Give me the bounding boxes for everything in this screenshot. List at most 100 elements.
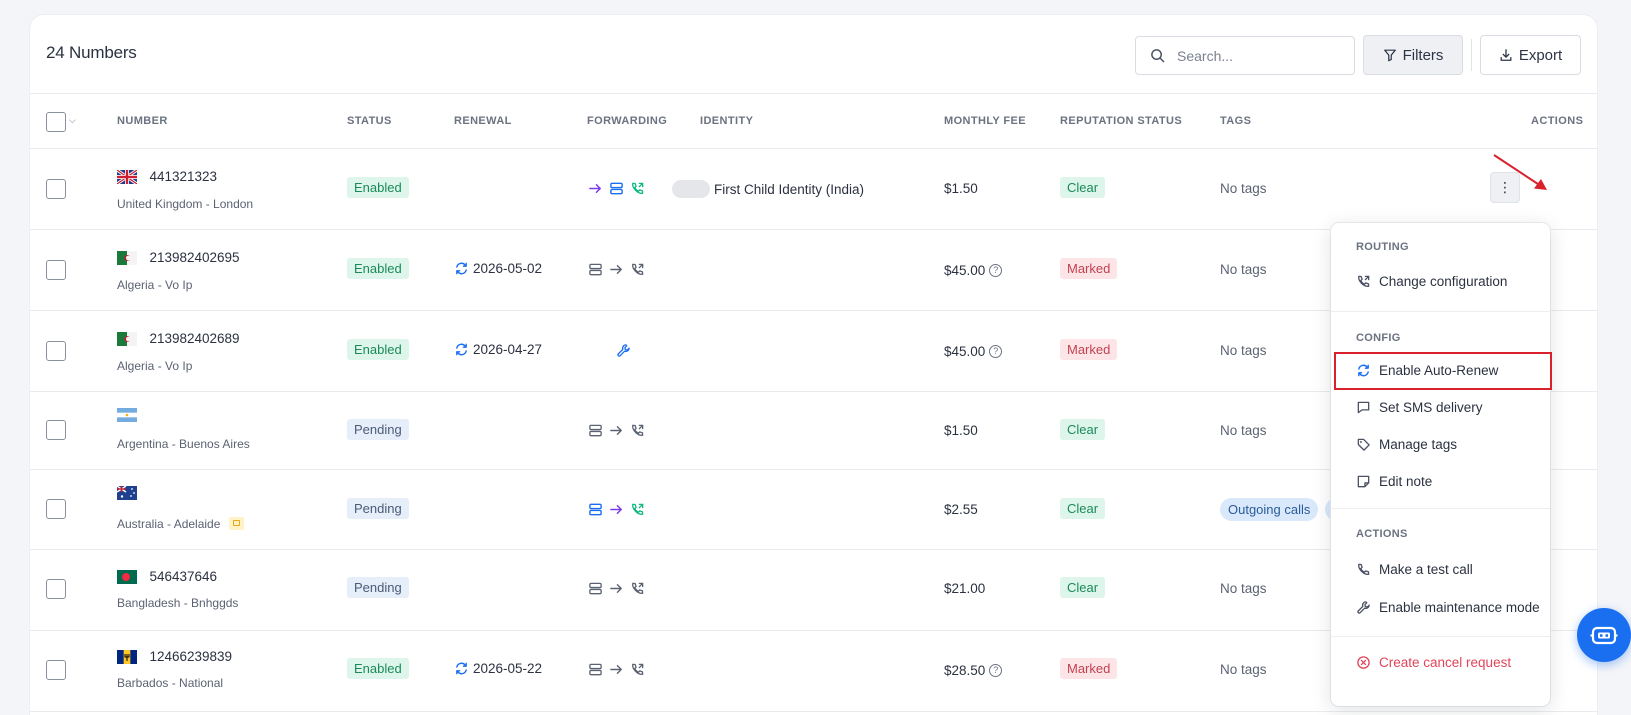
forwarding-flow[interactable] xyxy=(588,423,645,438)
table-toolbar: 24 Numbers Filters Export xyxy=(30,15,1597,94)
phone-number[interactable]: 546437646 xyxy=(149,569,217,584)
row-checkbox[interactable] xyxy=(46,420,66,440)
number-location: Barbados - National xyxy=(117,676,224,690)
menu-item-label: Edit note xyxy=(1379,474,1433,489)
note-icon[interactable] xyxy=(228,517,244,531)
menu-divider xyxy=(1331,508,1550,509)
forwarding-flow[interactable] xyxy=(588,262,645,277)
menu-item-manage-tags[interactable]: Manage tags xyxy=(1356,437,1457,452)
col-forwarding[interactable]: FORWARDING xyxy=(587,115,667,127)
row-checkbox[interactable] xyxy=(46,660,66,680)
reputation-badge: Marked xyxy=(1060,339,1118,360)
phone-forward-icon xyxy=(632,582,644,594)
menu-item-create-cancel-request[interactable]: Create cancel request xyxy=(1356,655,1511,670)
server-icon xyxy=(589,424,602,437)
monthly-fee: $45.00 xyxy=(944,344,986,359)
arrow-right-icon xyxy=(610,505,622,514)
phone-icon xyxy=(1358,563,1370,575)
page-title: 24 Numbers xyxy=(46,43,137,62)
help-circle-icon[interactable]: ? xyxy=(989,264,1003,278)
menu-item-edit-note[interactable]: Edit note xyxy=(1356,474,1432,489)
bangladesh-flag-icon xyxy=(117,569,137,584)
menu-heading-actions: ACTIONS xyxy=(1356,528,1408,540)
message-square-icon xyxy=(1357,401,1370,414)
reputation-badge: Marked xyxy=(1060,658,1118,679)
status-badge: Enabled xyxy=(347,177,409,198)
col-monthly-fee[interactable]: MONTHLY FEE xyxy=(944,115,1026,127)
auto-renew-icon xyxy=(1358,364,1369,377)
col-number[interactable]: NUMBER xyxy=(117,115,168,127)
forwarding-flow[interactable] xyxy=(588,502,645,517)
algeria-flag-icon xyxy=(117,250,137,265)
arrow-right-icon xyxy=(589,184,601,193)
tags-cell: No tags xyxy=(1220,423,1267,438)
number-location: Algeria - Vo Ip xyxy=(117,359,193,373)
phone-number[interactable]: 441321323 xyxy=(149,169,217,184)
renewal-date: 2026-04-27 xyxy=(473,342,543,357)
number-location: Algeria - Vo Ip xyxy=(117,278,193,292)
row-checkbox[interactable] xyxy=(46,260,66,280)
identity-name[interactable]: First Child Identity (India) xyxy=(714,182,864,197)
row-checkbox[interactable] xyxy=(46,179,66,199)
reputation-badge: Marked xyxy=(1060,258,1118,279)
phone-number[interactable]: 213982402689 xyxy=(149,331,239,346)
menu-item-set-sms-delivery[interactable]: Set SMS delivery xyxy=(1356,400,1483,415)
menu-item-enable-maintenance-mode[interactable]: Enable maintenance mode xyxy=(1356,600,1540,615)
monthly-fee: $1.50 xyxy=(944,181,978,196)
menu-item-label: Make a test call xyxy=(1379,562,1473,577)
select-all-chevron-icon[interactable]: ⌵ xyxy=(69,115,76,126)
menu-item-label: Create cancel request xyxy=(1379,655,1512,670)
search-icon xyxy=(1151,49,1165,63)
server-icon xyxy=(589,503,602,516)
menu-item-enable-auto-renew[interactable]: Enable Auto-Renew xyxy=(1356,363,1498,378)
help-circle-icon[interactable]: ? xyxy=(989,345,1003,359)
uk-flag-icon xyxy=(117,169,137,184)
col-reputation-status[interactable]: REPUTATION STATUS xyxy=(1060,115,1182,127)
forwarding-flow[interactable] xyxy=(588,581,645,596)
export-button[interactable]: Export xyxy=(1480,35,1581,75)
col-renewal[interactable]: RENEWAL xyxy=(454,115,512,127)
phone-forward-icon xyxy=(632,263,644,275)
server-icon xyxy=(610,182,623,195)
filters-button[interactable]: Filters xyxy=(1363,35,1463,75)
status-badge: Enabled xyxy=(347,258,409,279)
tags-cell: No tags xyxy=(1220,343,1267,358)
menu-item-change-configuration[interactable]: Change configuration xyxy=(1356,274,1507,289)
monthly-fee: $1.50 xyxy=(944,423,978,438)
table-row[interactable]: 441321323 United Kingdom - London Enable… xyxy=(30,149,1597,230)
x-circle-icon xyxy=(1357,656,1370,669)
menu-item-label: Enable Auto-Renew xyxy=(1379,363,1499,378)
select-all-checkbox[interactable] xyxy=(46,112,66,132)
col-actions: ACTIONS xyxy=(1531,115,1584,127)
help-circle-icon[interactable]: ? xyxy=(989,664,1003,678)
row-checkbox[interactable] xyxy=(46,499,66,519)
status-badge: Pending xyxy=(347,577,409,598)
phone-number[interactable]: 213982402695 xyxy=(149,250,239,265)
col-tags[interactable]: TAGS xyxy=(1220,115,1251,127)
menu-item-label: Enable maintenance mode xyxy=(1379,600,1540,615)
forwarding-flow[interactable] xyxy=(616,343,631,363)
row-checkbox[interactable] xyxy=(46,341,66,361)
col-identity[interactable]: IDENTITY xyxy=(700,115,753,127)
col-status[interactable]: STATUS xyxy=(347,115,392,127)
tags-cell: No tags xyxy=(1220,262,1267,277)
tag-chip[interactable]: Outgoing calls xyxy=(1220,498,1319,521)
row-checkbox[interactable] xyxy=(46,579,66,599)
menu-heading-routing: ROUTING xyxy=(1356,241,1409,253)
menu-item-label: Manage tags xyxy=(1379,437,1458,452)
monthly-fee: $45.00 xyxy=(944,263,986,278)
filters-label: Filters xyxy=(1402,46,1444,64)
phone-forward-icon xyxy=(632,424,644,436)
phone-number[interactable]: 12466239839 xyxy=(149,649,232,664)
search-input[interactable] xyxy=(1177,47,1327,64)
menu-item-make-test-call[interactable]: Make a test call xyxy=(1356,562,1473,577)
menu-item-label: Set SMS delivery xyxy=(1379,400,1483,415)
forwarding-flow[interactable] xyxy=(588,181,645,196)
assistant-fab-button[interactable] xyxy=(1577,608,1631,662)
forwarding-flow[interactable] xyxy=(588,662,645,677)
menu-divider xyxy=(1331,636,1550,637)
search-box[interactable] xyxy=(1135,36,1355,75)
identity-avatar xyxy=(672,180,710,198)
reputation-badge: Clear xyxy=(1060,577,1106,598)
phone-forward-icon xyxy=(632,663,644,675)
